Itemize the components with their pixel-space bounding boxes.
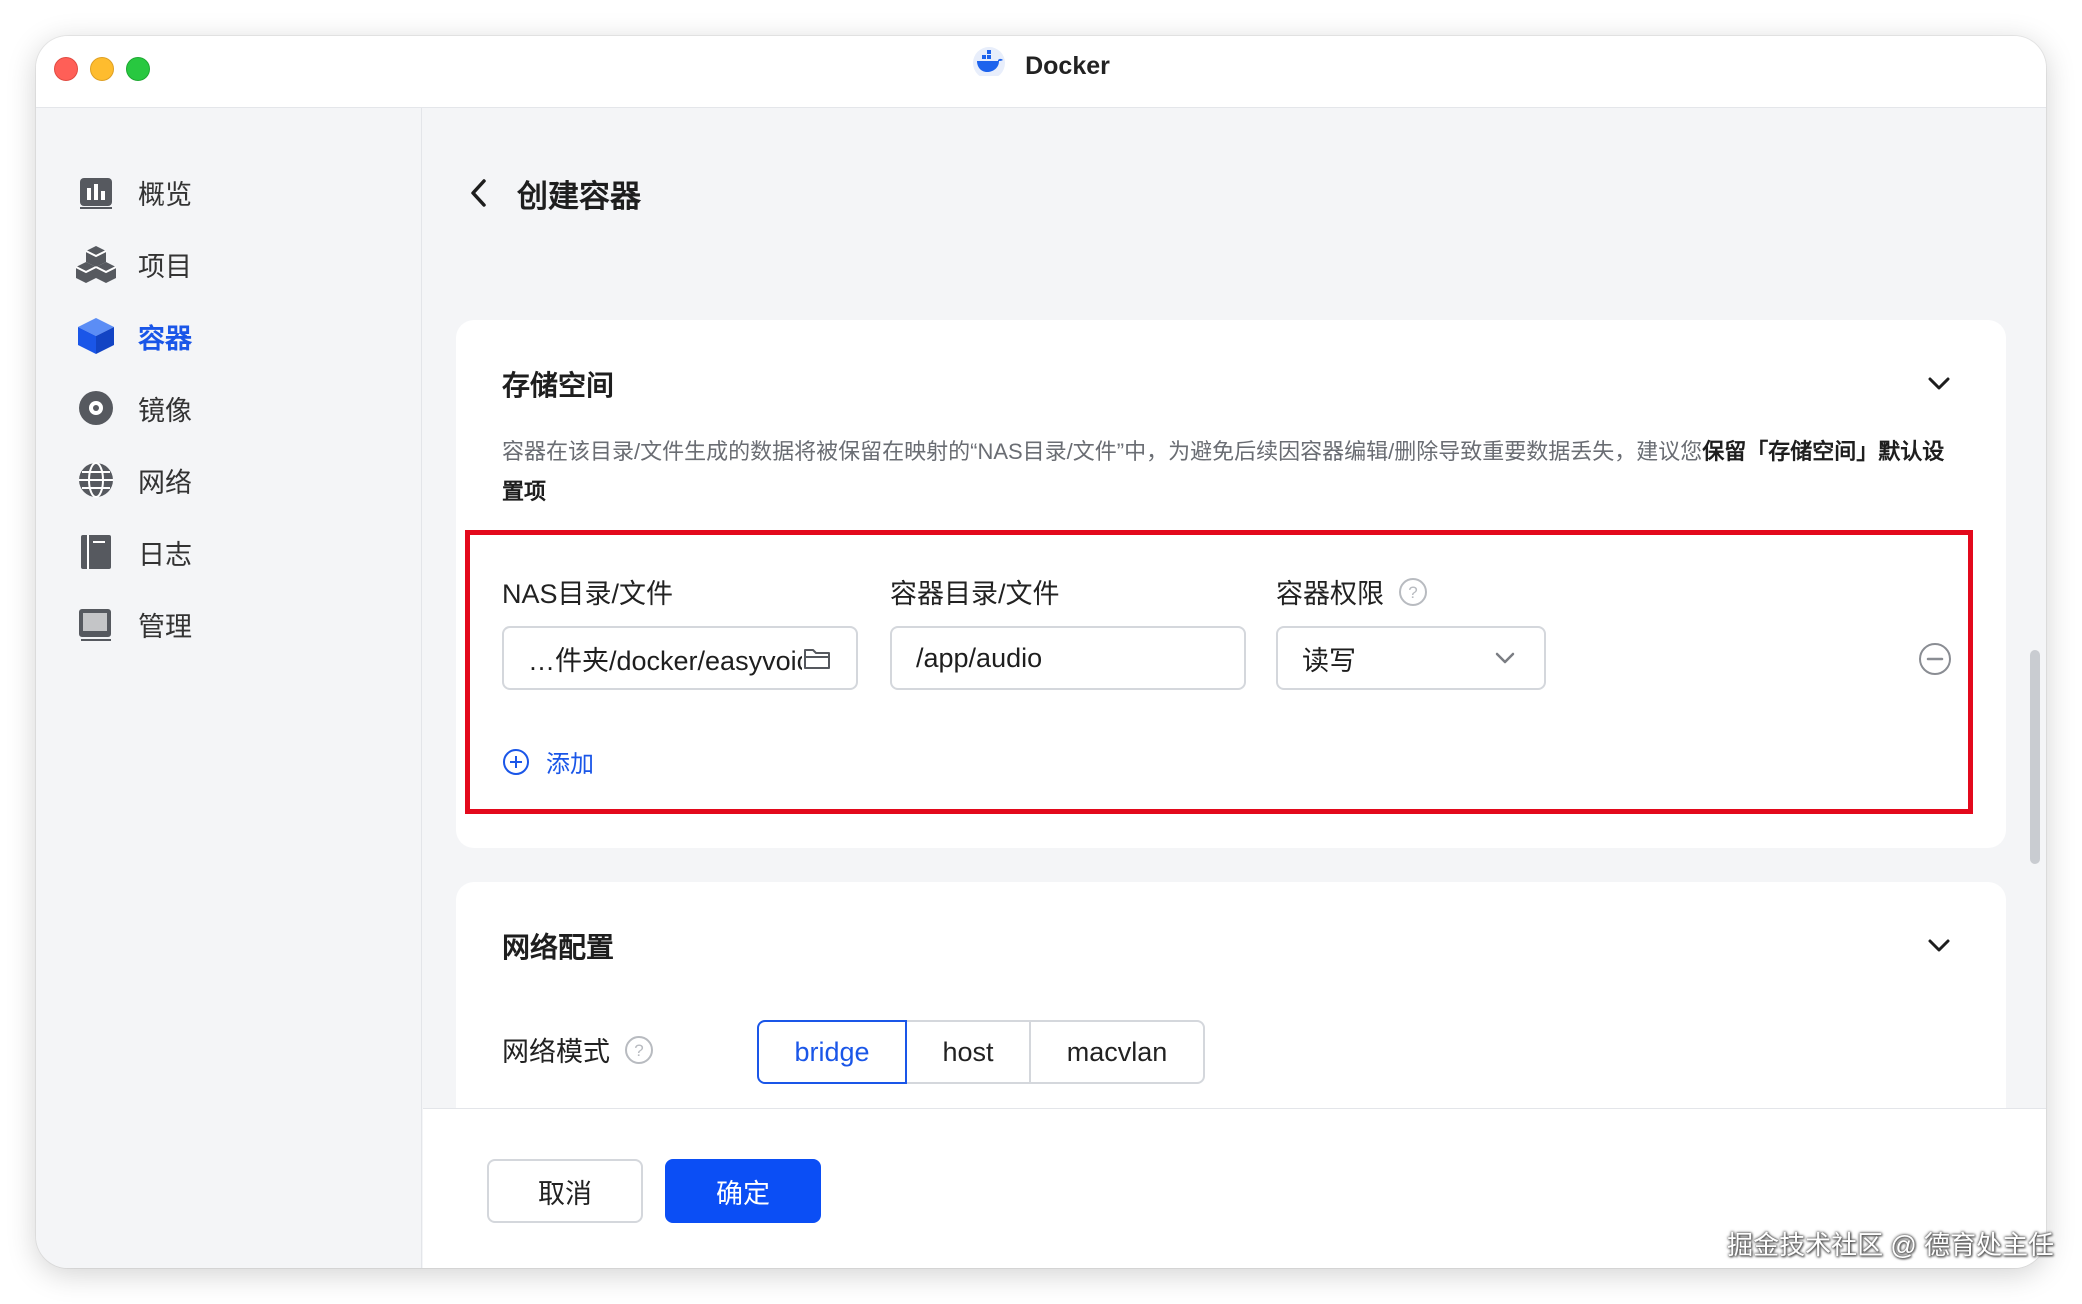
container-path-value: /app/audio	[916, 642, 1043, 673]
storage-description-text: 容器在该目录/文件生成的数据将被保留在映射的“NAS目录/文件”中，为避免后续因…	[502, 439, 1703, 464]
scrollbar[interactable]	[2030, 650, 2040, 864]
network-mode-selector: bridge host macvlan	[757, 1020, 1205, 1084]
network-mode-label-text: 网络模式	[502, 1037, 610, 1067]
sidebar-item-label: 容器	[138, 323, 192, 354]
help-icon[interactable]: ?	[1398, 577, 1428, 607]
log-icon	[74, 530, 118, 574]
sidebar-item-label: 项目	[138, 251, 192, 282]
storage-section-title: 存储空间	[502, 370, 615, 401]
svg-text:?: ?	[1408, 583, 1417, 602]
confirm-button[interactable]: 确定	[665, 1159, 821, 1223]
sidebar-item-image[interactable]: 镜像	[74, 380, 394, 436]
main-content: 创建容器 存储空间 容器在该目录/文件生成的数据将被保留在映射的“NAS目录/文…	[423, 108, 2046, 1268]
overview-icon	[74, 170, 118, 214]
chevron-down-icon[interactable]	[1924, 368, 1954, 398]
permission-select[interactable]: 读写	[1276, 626, 1546, 690]
watermark: 掘金技术社区 @ 德育处主任	[1727, 1230, 2054, 1260]
network-mode-label: 网络模式 ?	[502, 1030, 654, 1069]
nas-path-value: …件夹/docker/easyvoice/audio	[528, 645, 802, 676]
network-section-title: 网络配置	[502, 932, 615, 963]
sidebar-item-label: 概览	[138, 179, 192, 210]
cancel-button[interactable]: 取消	[487, 1159, 643, 1223]
help-icon[interactable]: ?	[624, 1035, 654, 1065]
window-title-text: Docker	[1025, 52, 1110, 81]
storage-description: 容器在该目录/文件生成的数据将被保留在映射的“NAS目录/文件”中，为避免后续因…	[502, 432, 1962, 512]
container-path-field[interactable]: /app/audio	[890, 626, 1246, 690]
add-mount-label: 添加	[546, 751, 594, 778]
network-mode-macvlan[interactable]: macvlan	[1029, 1020, 1205, 1084]
network-mode-bridge[interactable]: bridge	[757, 1020, 907, 1084]
network-icon	[74, 458, 118, 502]
chevron-down-icon[interactable]	[1924, 930, 1954, 960]
plus-circle-icon	[503, 748, 529, 775]
container-icon	[74, 314, 118, 358]
sidebar-item-overview[interactable]: 概览	[74, 164, 394, 220]
image-icon	[74, 386, 118, 430]
sidebar-item-log[interactable]: 日志	[74, 524, 394, 580]
app-window: Docker 概览 项目 容器 镜像 网络 日志 管理 创建容器 存储空间 容器…	[36, 36, 2046, 1268]
add-mount-button[interactable]: 添加	[502, 744, 594, 779]
permission-value: 读写	[1302, 645, 1356, 676]
folder-icon[interactable]	[802, 643, 832, 673]
storage-section: 存储空间 容器在该目录/文件生成的数据将被保留在映射的“NAS目录/文件”中，为…	[456, 320, 2006, 848]
window-title: Docker	[36, 47, 2046, 83]
sidebar-item-label: 日志	[138, 539, 192, 570]
sidebar-item-project[interactable]: 项目	[74, 236, 394, 292]
permission-column-label: 容器权限 ?	[1276, 572, 1428, 611]
svg-text:?: ?	[634, 1041, 643, 1060]
manage-icon	[74, 602, 118, 646]
nas-path-field[interactable]: …件夹/docker/easyvoice/audio	[502, 626, 858, 690]
chevron-down-icon	[1495, 652, 1515, 664]
sidebar-item-manage[interactable]: 管理	[74, 596, 394, 652]
sidebar: 概览 项目 容器 镜像 网络 日志 管理	[36, 108, 422, 1268]
container-column-label: 容器目录/文件	[890, 579, 1060, 609]
back-button[interactable]	[459, 173, 499, 213]
network-mode-host[interactable]: host	[905, 1020, 1031, 1084]
sidebar-item-network[interactable]: 网络	[74, 452, 394, 508]
sidebar-item-container[interactable]: 容器	[74, 308, 394, 364]
permission-column-label-text: 容器权限	[1276, 579, 1384, 609]
page-title: 创建容器	[517, 178, 641, 214]
project-icon	[74, 242, 118, 286]
sidebar-item-label: 网络	[138, 467, 192, 498]
nas-column-label: NAS目录/文件	[502, 579, 674, 609]
remove-row-icon[interactable]	[1918, 642, 1952, 676]
title-bar: Docker	[36, 36, 2046, 108]
page-header: 创建容器	[459, 168, 641, 218]
sidebar-item-label: 管理	[138, 611, 192, 642]
chevron-left-icon	[471, 179, 486, 207]
sidebar-item-label: 镜像	[138, 395, 192, 426]
docker-logo-icon	[972, 46, 1006, 83]
